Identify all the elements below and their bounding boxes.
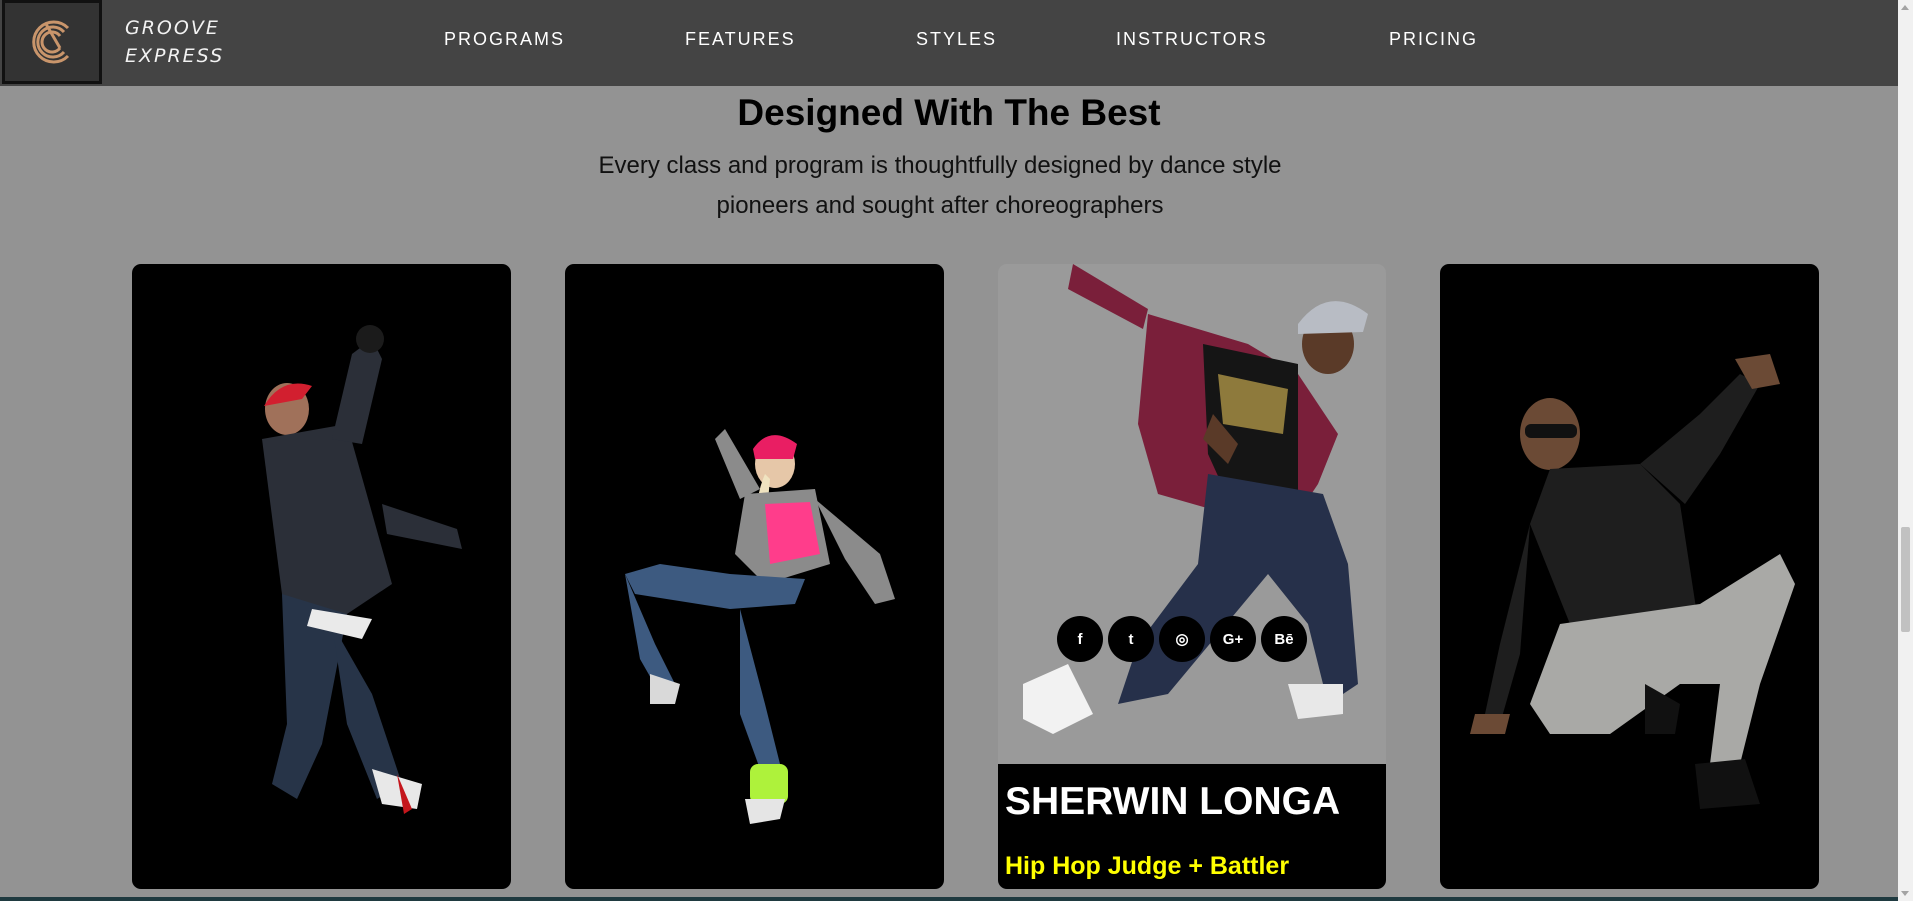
instagram-icon[interactable]: ◎: [1159, 616, 1205, 662]
section-subtitle: Every class and program is thoughtfully …: [598, 152, 1282, 219]
vertical-scrollbar[interactable]: [1898, 0, 1913, 901]
instructor-role: Hip Hop Judge + Battler: [1005, 852, 1290, 880]
scroll-up-arrow-icon[interactable]: [1901, 5, 1909, 10]
dancer-photo-1: [262, 325, 462, 814]
instructor-card-4[interactable]: [1440, 264, 1819, 889]
brand-line-2: EXPRESS: [125, 45, 225, 67]
instructor-name: SHERWIN LONGA: [1005, 780, 1341, 823]
brand-logo[interactable]: [2, 0, 102, 84]
bottom-strip: [0, 897, 1898, 901]
google-plus-icon[interactable]: G+: [1210, 616, 1256, 662]
twitter-icon[interactable]: t: [1108, 616, 1154, 662]
nav-programs[interactable]: PROGRAMS: [444, 29, 565, 50]
instructor-card-2[interactable]: [565, 264, 944, 889]
dancer-photo-4: [1470, 354, 1795, 809]
nav-features[interactable]: FEATURES: [685, 29, 796, 50]
section-title: Designed With The Best: [737, 92, 1161, 133]
nav-styles[interactable]: STYLES: [916, 29, 997, 50]
scrollbar-thumb[interactable]: [1901, 527, 1910, 632]
instructor-card-featured[interactable]: f t ◎ G+ Bē SHERWIN LONGA Hip Hop Judge …: [998, 264, 1386, 889]
groove-logo-icon: [32, 20, 70, 64]
navbar: GROOVE EXPRESS PROGRAMS FEATURES STYLES …: [0, 0, 1898, 86]
dancer-photo-2: [625, 429, 895, 824]
brand-name[interactable]: GROOVE EXPRESS: [125, 14, 224, 70]
scroll-down-arrow-icon[interactable]: [1901, 891, 1909, 896]
dancer-photo-featured: [1023, 264, 1368, 734]
nav-instructors[interactable]: INSTRUCTORS: [1116, 29, 1268, 50]
nav-pricing[interactable]: PRICING: [1389, 29, 1478, 50]
brand-line-1: GROOVE: [125, 17, 220, 39]
facebook-icon[interactable]: f: [1057, 616, 1103, 662]
instructor-card-1[interactable]: [132, 264, 511, 889]
instructor-info: SHERWIN LONGA Hip Hop Judge + Battler: [998, 764, 1386, 889]
behance-icon[interactable]: Bē: [1261, 616, 1307, 662]
